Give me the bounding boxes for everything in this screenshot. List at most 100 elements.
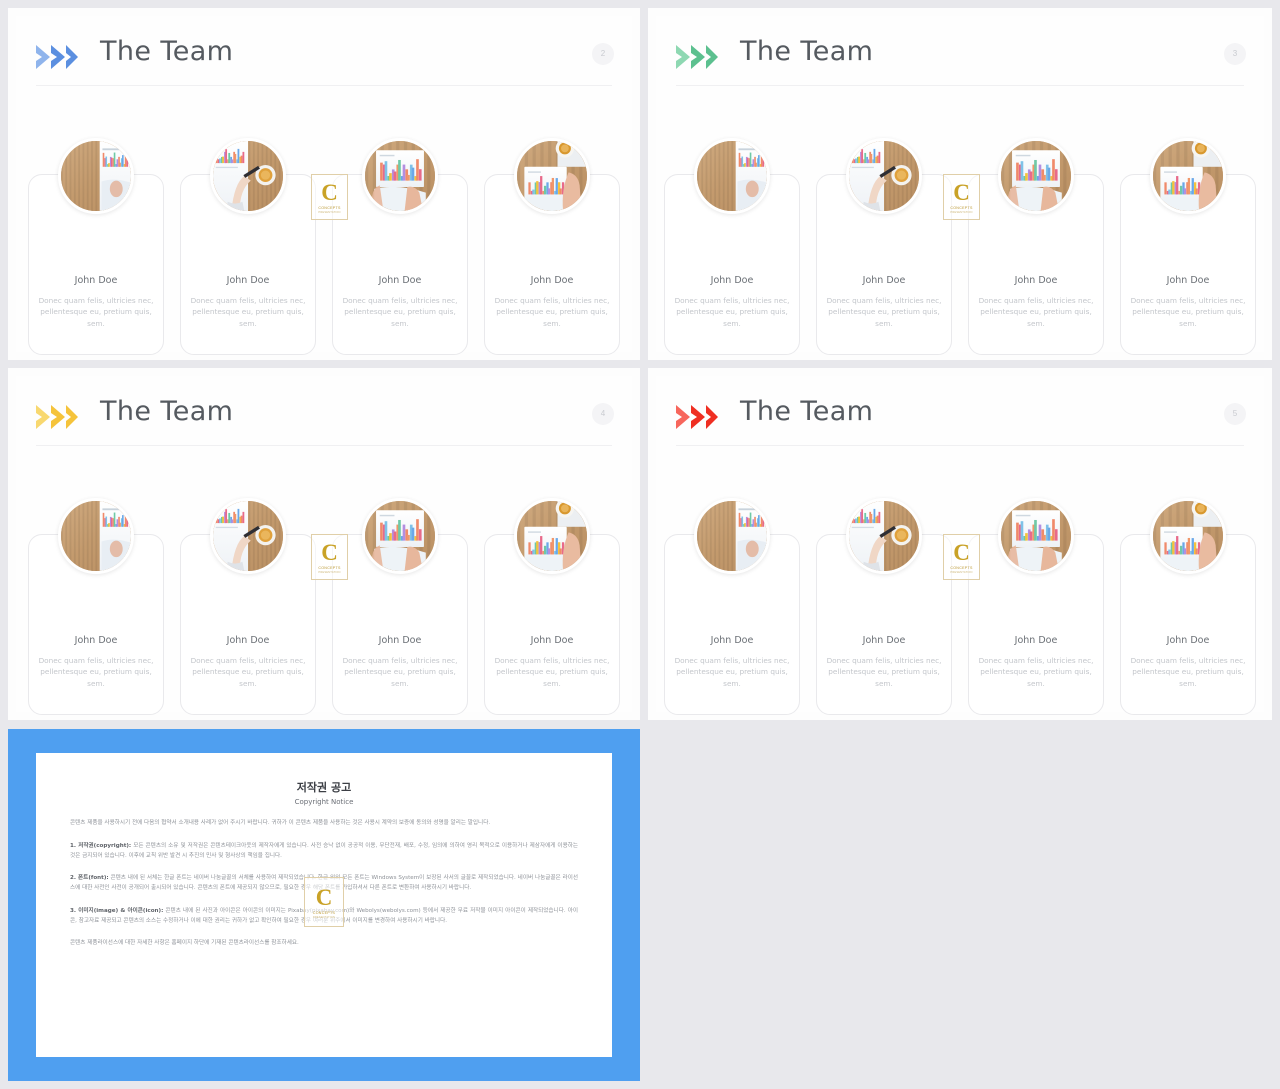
team-member-card[interactable]: John Doe Donec quam felis, ultricies nec…	[484, 498, 620, 715]
member-name: John Doe	[226, 635, 270, 646]
watermark-letter: C	[953, 539, 970, 565]
member-description: Donec quam felis, ultricies nec, pellent…	[826, 296, 942, 328]
member-name: John Doe	[74, 275, 118, 286]
watermark-line2: PRESENTATION	[318, 570, 341, 574]
member-name: John Doe	[226, 275, 270, 286]
page-title: The Team	[740, 36, 874, 67]
team-member-card[interactable]: John Doe Donec quam felis, ultricies nec…	[816, 498, 952, 715]
watermark-letter: C	[315, 884, 333, 910]
watermark-letter: C	[321, 179, 338, 205]
team-member-card[interactable]: John Doe Donec quam felis, ultricies nec…	[816, 138, 952, 355]
header-divider	[676, 85, 1244, 86]
member-description: Donec quam felis, ultricies nec, pellent…	[1130, 296, 1246, 328]
team-member-card[interactable]: John Doe Donec quam felis, ultricies nec…	[28, 138, 164, 355]
avatar	[362, 138, 438, 214]
team-member-card[interactable]: John Doe Donec quam felis, ultricies nec…	[664, 138, 800, 355]
slide-header: The Team 4	[16, 384, 632, 446]
member-description: Donec quam felis, ultricies nec, pellent…	[978, 656, 1094, 688]
avatar	[846, 138, 922, 214]
member-name: John Doe	[710, 275, 754, 286]
team-member-card[interactable]: John Doe Donec quam felis, ultricies nec…	[1120, 138, 1256, 355]
team-member-card[interactable]: John Doe Donec quam felis, ultricies nec…	[180, 138, 316, 355]
double-chevron-right-icon	[674, 42, 720, 72]
team-member-card[interactable]: John Doe Donec quam felis, ultricies nec…	[484, 138, 620, 355]
watermark-logo: C CONCEPTS PRESENTATION	[304, 877, 344, 927]
team-member-card[interactable]: John Doe Donec quam felis, ultricies nec…	[664, 498, 800, 715]
avatar	[1150, 138, 1226, 214]
avatar	[362, 498, 438, 574]
watermark-line2: PRESENTATION	[950, 210, 973, 214]
team-member-card[interactable]: John Doe Donec quam felis, ultricies nec…	[968, 138, 1104, 355]
slide-header: The Team 3	[656, 24, 1264, 86]
team-member-card[interactable]: John Doe Donec quam felis, ultricies nec…	[1120, 498, 1256, 715]
page-title: The Team	[740, 396, 874, 427]
member-name: John Doe	[862, 275, 906, 286]
watermark-line2: PRESENTATION	[950, 570, 973, 574]
watermark-line2: PRESENTATION	[312, 915, 336, 919]
team-member-card[interactable]: John Doe Donec quam felis, ultricies nec…	[968, 498, 1104, 715]
member-name: John Doe	[710, 635, 754, 646]
member-name: John Doe	[74, 635, 118, 646]
slide-4[interactable]: The Team 4 John Doe Donec quam felis, ul…	[8, 368, 640, 720]
watermark-line2: PRESENTATION	[318, 210, 341, 214]
avatar	[846, 498, 922, 574]
slide-header: The Team 2	[16, 24, 632, 86]
double-chevron-right-icon	[674, 402, 720, 432]
member-description: Donec quam felis, ultricies nec, pellent…	[38, 656, 154, 688]
avatar	[1150, 498, 1226, 574]
member-description: Donec quam felis, ultricies nec, pellent…	[826, 656, 942, 688]
member-description: Donec quam felis, ultricies nec, pellent…	[1130, 656, 1246, 688]
copyright-intro: 콘텐츠 제품을 사용하시기 전에 다음의 협약서 소개내용 사례가 없어 주시기…	[70, 820, 491, 826]
slide-canvas: The Team 5 John Doe Donec quam felis, ul…	[656, 376, 1264, 715]
watermark-logo: C CONCEPTS PRESENTATION	[311, 174, 348, 220]
watermark-line1: CONCEPTS	[312, 910, 336, 915]
member-name: John Doe	[1166, 275, 1210, 286]
copyright-page: 저작권 공고 Copyright Notice 콘텐츠 제품을 사용하시기 전에…	[36, 753, 612, 1057]
team-member-card[interactable]: John Doe Donec quam felis, ultricies nec…	[332, 498, 468, 715]
watermark-logo: C CONCEPTS PRESENTATION	[943, 174, 980, 220]
team-member-card[interactable]: John Doe Donec quam felis, ultricies nec…	[332, 138, 468, 355]
member-name: John Doe	[530, 635, 574, 646]
double-chevron-right-icon	[34, 42, 80, 72]
member-name: John Doe	[378, 635, 422, 646]
page-number-badge: 5	[1224, 403, 1246, 425]
avatar	[58, 138, 134, 214]
member-name: John Doe	[378, 275, 422, 286]
avatar	[514, 138, 590, 214]
member-name: John Doe	[1014, 635, 1058, 646]
avatar	[998, 498, 1074, 574]
slide-5[interactable]: The Team 5 John Doe Donec quam felis, ul…	[648, 368, 1272, 720]
slide-canvas: The Team 4 John Doe Donec quam felis, ul…	[16, 376, 632, 715]
slide-canvas: The Team 2 John Doe Donec quam felis, ul…	[16, 16, 632, 355]
watermark-logo: C CONCEPTS PRESENTATION	[943, 534, 980, 580]
member-description: Donec quam felis, ultricies nec, pellent…	[342, 656, 458, 688]
slide-3[interactable]: The Team 3 John Doe Donec quam felis, ul…	[648, 8, 1272, 360]
copyright-slide[interactable]: 저작권 공고 Copyright Notice 콘텐츠 제품을 사용하시기 전에…	[8, 729, 640, 1081]
double-chevron-right-icon	[34, 402, 80, 432]
avatar	[514, 498, 590, 574]
team-member-card[interactable]: John Doe Donec quam felis, ultricies nec…	[180, 498, 316, 715]
header-divider	[36, 85, 612, 86]
page-title: The Team	[100, 396, 234, 427]
page-number-badge: 2	[592, 43, 614, 65]
member-description: Donec quam felis, ultricies nec, pellent…	[190, 656, 306, 688]
slide-2[interactable]: The Team 2 John Doe Donec quam felis, ul…	[8, 8, 640, 360]
watermark-line1: CONCEPTS	[950, 205, 973, 210]
header-divider	[36, 445, 612, 446]
avatar	[210, 498, 286, 574]
member-name: John Doe	[530, 275, 574, 286]
presentation-thumbnail-grid: The Team 2 John Doe Donec quam felis, ul…	[0, 0, 1280, 1089]
header-divider	[676, 445, 1244, 446]
member-description: Donec quam felis, ultricies nec, pellent…	[38, 296, 154, 328]
member-description: Donec quam felis, ultricies nec, pellent…	[978, 296, 1094, 328]
member-name: John Doe	[1166, 635, 1210, 646]
watermark-logo: C CONCEPTS PRESENTATION	[311, 534, 348, 580]
slide-canvas: The Team 3 John Doe Donec quam felis, ul…	[656, 16, 1264, 355]
copyright-heading-ko: 저작권 공고	[296, 781, 352, 794]
team-member-card[interactable]: John Doe Donec quam felis, ultricies nec…	[28, 498, 164, 715]
member-description: Donec quam felis, ultricies nec, pellent…	[342, 296, 458, 328]
copyright-heading-en: Copyright Notice	[294, 798, 354, 806]
avatar	[694, 138, 770, 214]
member-name: John Doe	[1014, 275, 1058, 286]
member-name: John Doe	[862, 635, 906, 646]
